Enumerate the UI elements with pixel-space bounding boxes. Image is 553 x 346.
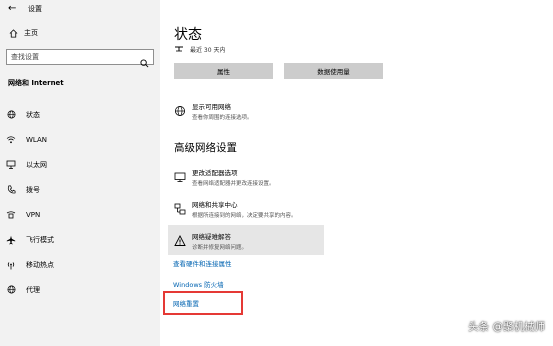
sidebar-item-label: 飞行模式 [26, 235, 54, 244]
troubleshooter-title: 网络疑难解答 [192, 233, 231, 241]
page-title: 状态 [174, 27, 202, 43]
watermark: 头条 @聚机械师 [468, 321, 545, 333]
title-bar: ← 设置 [8, 3, 42, 15]
sharing-center-link[interactable]: 网络和共享中心 根据所连接到的网络，决定要共享的内容。 [174, 199, 297, 219]
back-arrow-icon[interactable]: ← [8, 4, 20, 14]
network-troubleshooter-link[interactable]: 网络疑难解答 诊断并修复网络问题。 [174, 231, 247, 251]
show-networks-title: 显示可用网络 [192, 103, 231, 111]
window-title: 设置 [28, 5, 42, 13]
sidebar-item-wlan[interactable]: WLAN [0, 127, 160, 152]
sidebar-nav: 状态 WLAN 以太网 拨号 VPN 飞行模式 移动热点 代理 [0, 102, 160, 302]
sidebar: ← 设置 主页 网络和 Internet 状态 WLAN 以太网 拨号 [0, 0, 160, 346]
main-panel: 状态 最近 30 天内 属性 数据使用量 显示可用网络 查看你周围的连接选项。 … [160, 0, 553, 346]
sidebar-item-ethernet[interactable]: 以太网 [0, 152, 160, 177]
vpn-icon [6, 210, 16, 220]
status-line: 最近 30 天内 [174, 45, 225, 54]
ethernet-status-icon [174, 46, 184, 54]
sidebar-item-label: WLAN [26, 135, 48, 144]
sidebar-item-label: 代理 [26, 285, 40, 294]
proxy-icon [6, 285, 16, 295]
sharing-center-title: 网络和共享中心 [192, 201, 238, 209]
globe-icon [6, 110, 16, 120]
ethernet-icon [6, 160, 16, 170]
troubleshooter-desc: 诊断并修复网络问题。 [192, 245, 248, 251]
advanced-settings-heading: 高级网络设置 [174, 142, 237, 154]
sidebar-item-status[interactable]: 状态 [0, 102, 160, 127]
sidebar-item-proxy[interactable]: 代理 [0, 277, 160, 302]
network-reset-highlight-box [163, 291, 243, 315]
sidebar-item-label: 以太网 [26, 160, 47, 169]
home-label: 主页 [24, 29, 38, 37]
sidebar-item-dialup[interactable]: 拨号 [0, 177, 160, 202]
network-globe-icon [174, 102, 186, 116]
sidebar-item-label: VPN [26, 210, 41, 219]
adapter-options-desc: 查看网络适配器并更改连接设置。 [192, 181, 275, 187]
sidebar-item-label: 移动热点 [26, 260, 54, 269]
dialup-icon [6, 185, 16, 195]
change-adapter-options-link[interactable]: 更改适配器选项 查看网络适配器并更改连接设置。 [174, 167, 275, 187]
sidebar-item-label: 状态 [26, 110, 40, 119]
sidebar-item-label: 拨号 [26, 185, 40, 194]
sidebar-item-mobile-hotspot[interactable]: 移动热点 [0, 252, 160, 277]
sharing-center-desc: 根据所连接到的网络，决定要共享的内容。 [192, 213, 297, 219]
sidebar-section-title: 网络和 Internet [8, 79, 64, 87]
properties-button[interactable]: 属性 [174, 63, 273, 79]
data-usage-button[interactable]: 数据使用量 [284, 63, 383, 79]
search-input[interactable] [11, 53, 137, 61]
show-networks-desc: 查看你周围的连接选项。 [192, 115, 253, 121]
search-box[interactable] [6, 49, 154, 68]
sharing-center-icon [174, 200, 186, 215]
home-icon [8, 28, 18, 38]
hotspot-icon [6, 260, 16, 270]
hardware-properties-link[interactable]: 查看硬件和连接属性 [173, 258, 232, 268]
adapter-options-title: 更改适配器选项 [192, 169, 238, 177]
monitor-adapter-icon [174, 168, 186, 182]
airplane-icon [6, 235, 16, 245]
warning-icon [174, 232, 186, 246]
sidebar-item-vpn[interactable]: VPN [0, 202, 160, 227]
windows-firewall-link[interactable]: Windows 防火墙 [173, 279, 224, 289]
sidebar-item-airplane-mode[interactable]: 飞行模式 [0, 227, 160, 252]
wifi-icon [6, 135, 16, 145]
home-nav-item[interactable]: 主页 [8, 28, 38, 38]
status-text: 最近 30 天内 [190, 47, 226, 54]
search-icon[interactable] [140, 53, 149, 68]
show-networks-link[interactable]: 显示可用网络 查看你周围的连接选项。 [174, 101, 253, 121]
